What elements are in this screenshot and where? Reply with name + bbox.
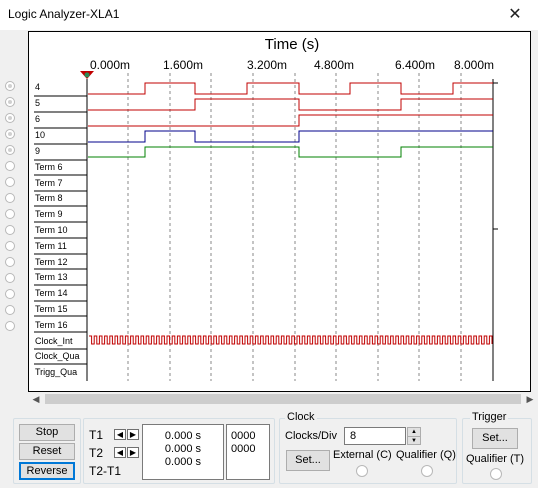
tick-label: 4.800m <box>314 58 354 72</box>
stop-button[interactable]: Stop <box>19 424 75 441</box>
close-icon[interactable]: ✕ <box>492 0 538 30</box>
scroll-thumb[interactable] <box>45 394 521 404</box>
channel-radio[interactable] <box>5 129 15 139</box>
tick-label: 8.000m <box>454 58 494 72</box>
channel-label: Trigg_Qua <box>35 367 77 377</box>
waveform-display: Time (s) 0.000m 1.600m 3.200m 4.800m 6.4… <box>28 31 531 392</box>
spin-up-icon[interactable]: ▲ <box>408 428 420 437</box>
trigger-qualifier-radio[interactable] <box>490 468 502 480</box>
channel-label: Term 15 <box>35 304 68 314</box>
hex-readout-box: 0000 0000 <box>226 424 270 480</box>
channel-radio[interactable] <box>5 193 15 203</box>
channel-radio[interactable] <box>5 225 15 235</box>
channel-radio[interactable] <box>5 161 15 171</box>
t2-right-arrow-icon[interactable]: ▶ <box>127 447 139 458</box>
channel-radio[interactable] <box>5 177 15 187</box>
window-title: Logic Analyzer-XLA1 <box>8 7 120 21</box>
clock-set-button[interactable]: Set... <box>286 450 330 471</box>
channel-label: Term 16 <box>35 320 68 330</box>
t1-left-arrow-icon[interactable]: ◀ <box>114 429 126 440</box>
trigger-group-title: Trigger <box>470 411 509 423</box>
channel-radio[interactable] <box>5 113 15 123</box>
channel-label: 6 <box>35 114 40 124</box>
channel-label: Term 10 <box>35 225 68 235</box>
title-bar: Logic Analyzer-XLA1 ✕ <box>0 0 538 30</box>
t2-t1-label: T2-T1 <box>89 464 122 478</box>
tick-label: 0.000m <box>90 58 130 72</box>
channel-label: 10 <box>35 130 45 140</box>
external-radio[interactable] <box>356 465 368 477</box>
trigger-qualifier-label: Qualifier (T) <box>466 453 525 465</box>
channel-label: Term 14 <box>35 288 68 298</box>
channel-label: Term 8 <box>35 193 63 203</box>
t1-right-arrow-icon[interactable]: ▶ <box>127 429 139 440</box>
t1-value: 0.000 s <box>164 430 201 442</box>
trigger-set-button[interactable]: Set... <box>472 428 518 449</box>
clocks-per-div-spinner[interactable]: ▲ ▼ <box>407 427 421 445</box>
channel-radio[interactable] <box>5 97 15 107</box>
channel-label: Term 11 <box>35 241 67 251</box>
t2-left-arrow-icon[interactable]: ◀ <box>114 447 126 458</box>
channel-radio[interactable] <box>5 257 15 267</box>
clock-qualifier-radio[interactable] <box>421 465 433 477</box>
t1-hex-value: 0000 <box>231 430 256 442</box>
horizontal-scrollbar[interactable]: ◀ ▶ <box>28 392 538 406</box>
reset-button[interactable]: Reset <box>19 443 75 460</box>
channel-radio[interactable] <box>5 321 15 331</box>
clocks-per-div-input[interactable]: 8 <box>344 427 406 445</box>
time-readout-box: 0.000 s 0.000 s 0.000 s <box>142 424 224 480</box>
t2-hex-value: 0000 <box>231 443 256 455</box>
external-label: External (C) <box>333 449 392 461</box>
t2-label: T2 <box>89 446 104 460</box>
channel-label: Term 6 <box>35 162 63 172</box>
channel-label: Term 12 <box>35 257 68 267</box>
channel-label: Clock_Qua <box>35 351 80 361</box>
channel-radio[interactable] <box>5 273 15 283</box>
tick-label: 3.200m <box>247 58 287 72</box>
channel-label: Term 13 <box>35 272 68 282</box>
t2-value: 0.000 s <box>164 443 201 455</box>
channel-radio[interactable] <box>5 81 15 91</box>
clock-group-title: Clock <box>285 411 317 423</box>
channel-radio[interactable] <box>5 289 15 299</box>
clocks-per-div-label: Clocks/Div <box>285 430 337 442</box>
axis-title: Time (s) <box>265 36 319 53</box>
t1-label: T1 <box>89 428 104 442</box>
spin-down-icon[interactable]: ▼ <box>408 437 420 445</box>
scroll-right-icon[interactable]: ▶ <box>522 392 538 406</box>
channel-label: 9 <box>35 146 40 156</box>
reverse-button[interactable]: Reverse <box>19 462 75 480</box>
t2-t1-value: 0.000 s <box>164 456 201 468</box>
channel-label: Term 9 <box>35 209 63 219</box>
clock-qualifier-label: Qualifier (Q) <box>396 449 456 461</box>
channel-label: Term 7 <box>35 178 63 188</box>
channel-label: 5 <box>35 98 40 108</box>
channel-radio[interactable] <box>5 305 15 315</box>
channel-label: 4 <box>35 82 40 92</box>
channel-radio[interactable] <box>5 209 15 219</box>
channel-label: Clock_Int <box>35 336 73 346</box>
channel-radio[interactable] <box>5 145 15 155</box>
tick-label: 1.600m <box>163 58 203 72</box>
scroll-left-icon[interactable]: ◀ <box>28 392 44 406</box>
channel-radio[interactable] <box>5 241 15 251</box>
tick-label: 6.400m <box>395 58 435 72</box>
